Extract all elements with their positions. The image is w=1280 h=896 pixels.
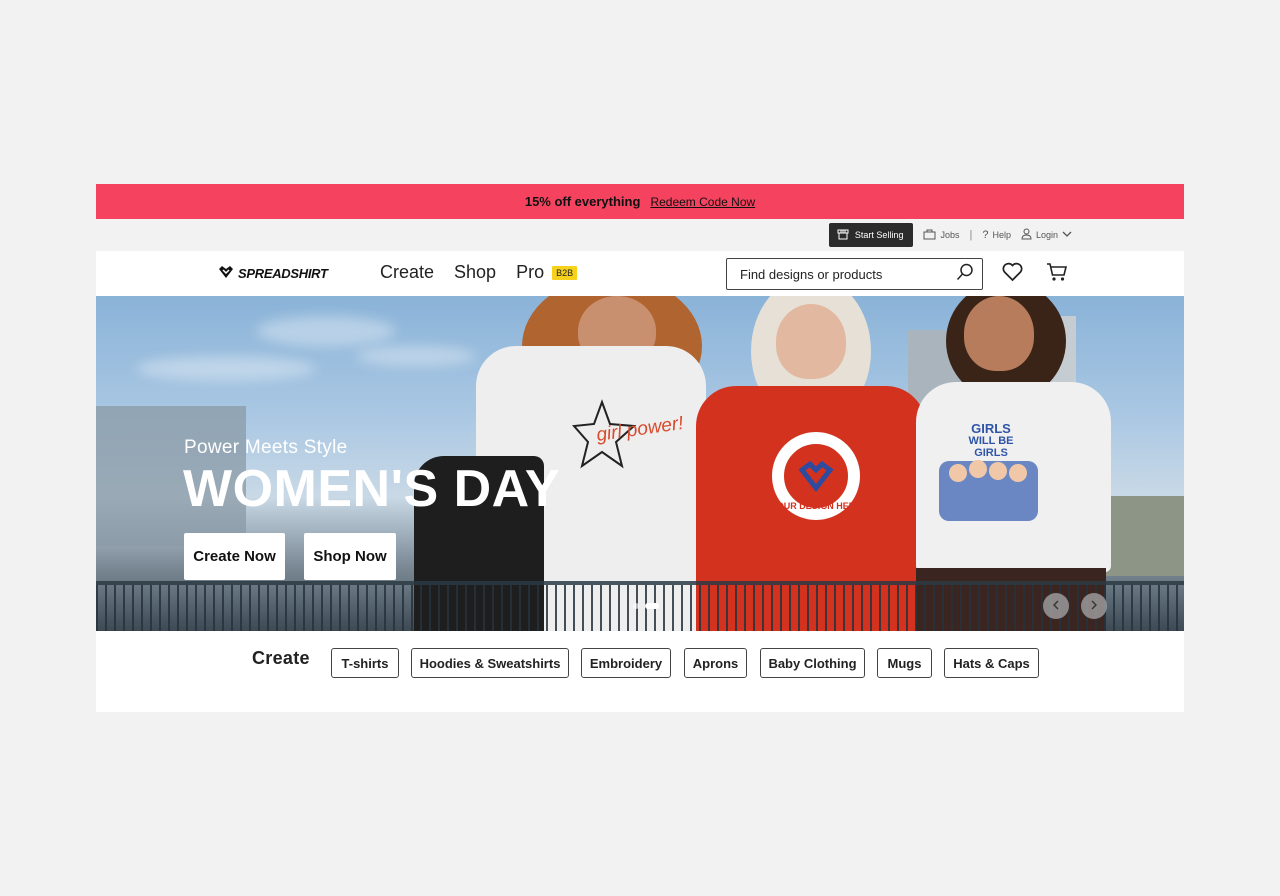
carousel-dot-1[interactable] — [633, 603, 639, 609]
hero-title: WOMEN'S DAY — [183, 460, 561, 518]
user-icon — [1021, 228, 1032, 242]
utility-bar: Start Selling Jobs | ? Help Login — [96, 219, 1184, 251]
login-link[interactable]: Login — [1021, 228, 1072, 242]
hero-banner: girl power! YOUR DESIGN HERE GIRLS WILL … — [96, 296, 1184, 631]
b2b-badge: B2B — [552, 265, 578, 280]
face — [776, 304, 846, 379]
search-box — [726, 258, 983, 290]
nav-shop[interactable]: Shop — [454, 262, 496, 283]
women-illustration — [939, 460, 1038, 521]
create-categories: Create T-shirts Hoodies & Sweatshirts Em… — [96, 631, 1184, 712]
promo-banner: 15% off everything Redeem Code Now — [96, 184, 1184, 219]
redeem-code-link[interactable]: Redeem Code Now — [650, 195, 755, 209]
category-hoodies-sweatshirts[interactable]: Hoodies & Sweatshirts — [411, 648, 569, 678]
jobs-label: Jobs — [940, 230, 960, 240]
start-selling-button[interactable]: Start Selling — [828, 223, 914, 247]
balcony-railing — [96, 581, 1184, 631]
spreadshirt-logo[interactable]: SPREADSHIRT — [218, 265, 328, 282]
main-header: SPREADSHIRT Create Shop Pro B2B — [96, 251, 1184, 296]
help-link[interactable]: ? Help — [982, 229, 1011, 241]
promo-text: 15% off everything — [524, 194, 641, 209]
cloud — [136, 356, 316, 381]
hero-subtitle: Power Meets Style — [184, 437, 348, 458]
heart-logo-icon — [218, 265, 234, 282]
main-nav: Create Shop Pro B2B — [380, 262, 578, 283]
logo-text: SPREADSHIRT — [238, 266, 328, 281]
chevron-right-icon — [1090, 599, 1098, 613]
create-now-button[interactable]: Create Now — [184, 533, 285, 580]
face — [964, 296, 1034, 371]
category-mugs[interactable]: Mugs — [877, 648, 932, 678]
cloud — [256, 316, 396, 346]
cloud — [356, 346, 476, 366]
separator: | — [969, 229, 973, 241]
start-selling-label: Start Selling — [854, 230, 904, 240]
briefcase-icon — [923, 229, 936, 242]
shirt-text-right-line1: GIRLS — [971, 421, 1011, 436]
nav-pro[interactable]: Pro — [516, 262, 544, 283]
page-frame: 15% off everything Redeem Code Now Start… — [96, 184, 1184, 712]
category-aprons[interactable]: Aprons — [684, 648, 747, 678]
shop-now-button[interactable]: Shop Now — [304, 533, 396, 580]
city-skyline — [1106, 496, 1184, 576]
heart-icon[interactable] — [1002, 262, 1023, 287]
search-icon[interactable] — [956, 263, 974, 286]
design-here-graphic — [772, 432, 860, 520]
login-label: Login — [1035, 230, 1058, 240]
carousel-dot-2-active[interactable] — [645, 603, 659, 609]
categories-title: Create — [252, 648, 310, 668]
category-baby-clothing[interactable]: Baby Clothing — [760, 648, 865, 678]
carousel-next-button[interactable] — [1081, 593, 1107, 619]
category-hats-caps[interactable]: Hats & Caps — [944, 648, 1039, 678]
search-input[interactable] — [740, 266, 940, 282]
jobs-link[interactable]: Jobs — [923, 229, 959, 242]
category-embroidery[interactable]: Embroidery — [581, 648, 671, 678]
nav-create[interactable]: Create — [380, 262, 434, 283]
chevron-down-icon — [1062, 230, 1072, 240]
cart-icon[interactable] — [1046, 262, 1068, 287]
shirt-text-middle: YOUR DESIGN HERE — [770, 501, 862, 511]
category-tshirts[interactable]: T-shirts — [331, 648, 399, 678]
question-icon: ? — [982, 229, 989, 241]
carousel-prev-button[interactable] — [1043, 593, 1069, 619]
chevron-left-icon — [1052, 599, 1060, 613]
shop-icon — [837, 229, 849, 242]
help-label: Help — [992, 230, 1011, 240]
